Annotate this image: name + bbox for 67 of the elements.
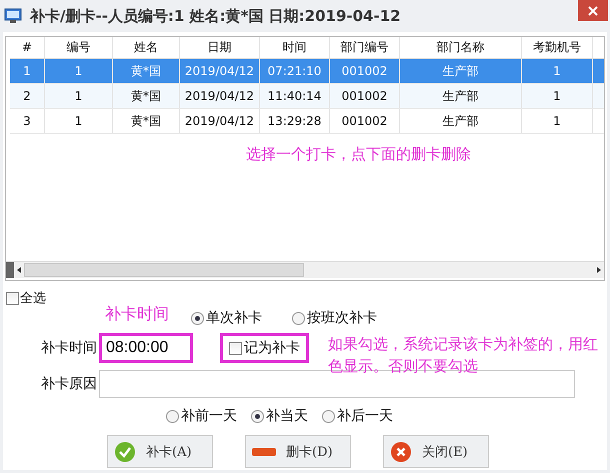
radio-button[interactable] <box>166 410 179 422</box>
column-header[interactable]: # <box>10 37 45 58</box>
table-cell: 生产部 <box>400 84 522 108</box>
table-cell: 1 <box>522 109 593 133</box>
table-cell: 1 <box>522 84 593 108</box>
table-row[interactable]: 2 1 黄*国 2019/04/12 11:40:14 001002 生产部 1 <box>10 84 604 109</box>
table-cell: 1 <box>45 84 113 108</box>
table-cell: 11:40:14 <box>260 84 330 108</box>
table-cell: 001002 <box>330 84 400 108</box>
app-icon <box>4 8 22 24</box>
radio-button[interactable] <box>292 312 305 324</box>
table-cell: 黄*国 <box>113 59 180 83</box>
window-title: 补卡/删卡--人员编号:1 姓名:黄*国 日期:2019-04-12 <box>30 6 401 26</box>
scroll-thumb[interactable] <box>24 263 304 277</box>
scroll-handle[interactable] <box>6 262 14 278</box>
select-all-label: 全选 <box>20 290 46 307</box>
radio-label: 单次补卡 <box>206 309 262 327</box>
radio-button[interactable] <box>191 312 204 324</box>
column-header[interactable]: 编号 <box>45 37 113 58</box>
close-button[interactable] <box>578 0 608 21</box>
check-icon <box>114 440 136 462</box>
table-cell: 2019/04/12 <box>180 84 260 108</box>
table-cell: 2019/04/12 <box>180 59 260 83</box>
table-cell: 生产部 <box>400 109 522 133</box>
table-row[interactable]: 3 1 黄*国 2019/04/12 13:29:28 001002 生产部 1 <box>10 109 604 134</box>
radio-label: 补当天 <box>266 407 308 425</box>
table-cell: 3 <box>10 109 45 133</box>
checkbox-label: 记为补卡 <box>244 339 300 357</box>
table-cell: 1 <box>45 109 113 133</box>
column-header[interactable]: 时间 <box>260 37 330 58</box>
radio-label: 按班次补卡 <box>307 309 377 327</box>
table-cell: 2 <box>10 84 45 108</box>
delete-button[interactable]: 删卡(D) <box>245 435 351 468</box>
table-cell: 001002 <box>330 109 400 133</box>
select-all-checkbox[interactable] <box>6 292 19 304</box>
table-cell: 1 <box>522 59 593 83</box>
radio-label: 补后一天 <box>337 407 393 425</box>
column-header[interactable]: 姓名 <box>113 37 180 58</box>
close-icon <box>390 440 412 462</box>
column-header[interactable]: 部门名称 <box>400 37 522 58</box>
column-header[interactable]: 部门编号 <box>330 37 400 58</box>
column-header[interactable]: 考勤机号 <box>522 37 593 58</box>
mark-checkbox[interactable] <box>229 342 242 354</box>
radio-button[interactable] <box>251 410 264 422</box>
annotation-text: 选择一个打卡，点下面的删卡删除 <box>246 145 471 164</box>
table-cell: 1 <box>45 59 113 83</box>
table-cell: 1 <box>10 59 45 83</box>
reason-label: 补卡原因 <box>40 375 97 393</box>
table-cell: 13:29:28 <box>260 109 330 133</box>
annotation-text: 补卡时间 <box>105 304 169 325</box>
table-cell: 黄*国 <box>113 109 180 133</box>
add-button[interactable]: 补卡(A) <box>107 435 213 468</box>
table-cell: 黄*国 <box>113 84 180 108</box>
annotation-text: 如果勾选，系统记录该卡为补签的，用红色显示。否则不要勾选 <box>328 334 599 377</box>
table-cell: 生产部 <box>400 59 522 83</box>
radio-label: 补前一天 <box>181 407 237 425</box>
time-field[interactable]: 08:00:00 <box>99 333 193 363</box>
time-label: 补卡时间 <box>40 339 97 357</box>
table-cell: 001002 <box>330 59 400 83</box>
horizontal-scrollbar[interactable] <box>6 261 604 278</box>
close-icon <box>587 4 599 16</box>
column-header[interactable]: 日期 <box>180 37 260 58</box>
close-button[interactable]: 关闭(E) <box>383 435 489 468</box>
radio-button[interactable] <box>322 410 335 422</box>
table-cell: 2019/04/12 <box>180 109 260 133</box>
minus-icon <box>252 448 276 456</box>
table-cell: 07:21:10 <box>260 59 330 83</box>
